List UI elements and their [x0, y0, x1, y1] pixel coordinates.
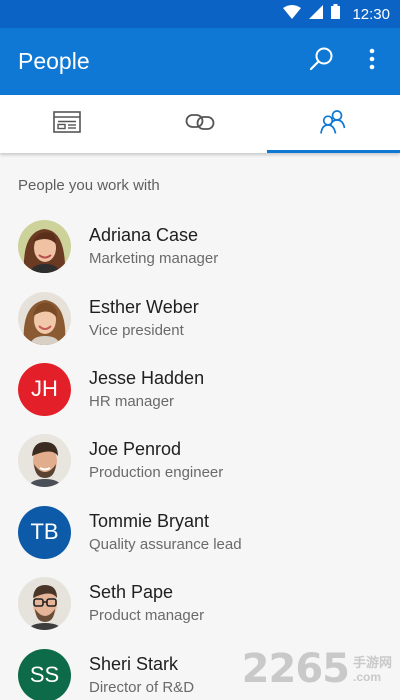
avatar: JH	[18, 362, 71, 416]
person-name: Tommie Bryant	[89, 510, 210, 531]
status-icons: 12:30	[283, 4, 390, 24]
avatar-initials: TB	[30, 519, 59, 545]
avatar	[18, 291, 71, 345]
search-icon	[309, 46, 335, 77]
page-title: People	[18, 48, 90, 74]
person-text: Adriana Case Marketing manager	[89, 223, 218, 270]
people-content: People you work with Adriana Case Market…	[0, 153, 400, 700]
inbox-icon	[52, 110, 81, 138]
list-item[interactable]: Adriana Case Marketing manager	[0, 211, 400, 282]
status-bar: 12:30	[0, 0, 400, 28]
avatar-initials: JH	[31, 376, 58, 402]
person-name: Seth Pape	[89, 582, 174, 603]
search-button[interactable]	[308, 46, 336, 77]
more-vert-icon	[369, 47, 375, 76]
tab-inbox[interactable]	[0, 95, 133, 153]
people-icon	[319, 109, 347, 140]
avatar	[18, 434, 71, 488]
person-title: Quality assurance lead	[89, 535, 242, 553]
person-title: Marketing manager	[89, 250, 219, 268]
tab-links[interactable]	[133, 95, 266, 153]
watermark-number: 2265	[241, 646, 350, 692]
more-options-button[interactable]	[358, 48, 386, 76]
avatar: SS	[18, 648, 71, 700]
list-item[interactable]: JH Jesse Hadden HR manager	[0, 354, 400, 425]
person-text: Esther Weber Vice president	[89, 295, 199, 342]
person-name: Esther Weber	[89, 296, 199, 317]
people-list: Adriana Case Marketing manager Esther We…	[0, 211, 400, 700]
list-item[interactable]: Seth Pape Product manager	[0, 568, 400, 639]
wifi-icon	[283, 4, 302, 24]
link-icon	[185, 112, 215, 137]
avatar	[18, 220, 71, 274]
person-name: Sheri Stark	[89, 653, 179, 674]
person-text: Joe Penrod Production engineer	[89, 437, 223, 484]
person-title: Production engineer	[89, 464, 224, 482]
watermark-chinese: 手游网	[352, 654, 392, 670]
person-title: HR manager	[89, 392, 175, 410]
person-title: Vice president	[89, 321, 184, 339]
list-item[interactable]: Joe Penrod Production engineer	[0, 425, 400, 496]
tab-people[interactable]	[266, 95, 400, 153]
app-actions	[308, 28, 386, 95]
section-header: People you work with	[18, 176, 160, 194]
list-item[interactable]: TB Tommie Bryant Quality assurance lead	[0, 497, 400, 568]
watermark: 2265 手游网 .com	[242, 646, 392, 692]
person-title: Product manager	[89, 607, 205, 625]
person-title: Director of R&D	[89, 678, 195, 696]
person-name: Joe Penrod	[89, 439, 182, 460]
list-item[interactable]: Esther Weber Vice president	[0, 282, 400, 353]
person-text: Jesse Hadden HR manager	[89, 366, 204, 413]
cellular-signal-icon	[309, 4, 324, 24]
person-name: Jesse Hadden	[89, 367, 205, 388]
person-text: Sheri Stark Director of R&D	[89, 652, 194, 699]
app-bar: People	[0, 28, 400, 95]
battery-icon	[331, 4, 341, 24]
watermark-text: 手游网 .com	[353, 656, 392, 683]
watermark-suffix: .com	[352, 669, 381, 684]
avatar: TB	[18, 505, 71, 559]
tab-bar	[0, 95, 400, 153]
avatar-initials: SS	[29, 662, 60, 688]
person-text: Tommie Bryant Quality assurance lead	[89, 509, 242, 556]
person-name: Adriana Case	[89, 225, 199, 246]
person-text: Seth Pape Product manager	[89, 580, 204, 627]
status-time: 12:30	[352, 5, 390, 23]
avatar	[18, 577, 71, 631]
